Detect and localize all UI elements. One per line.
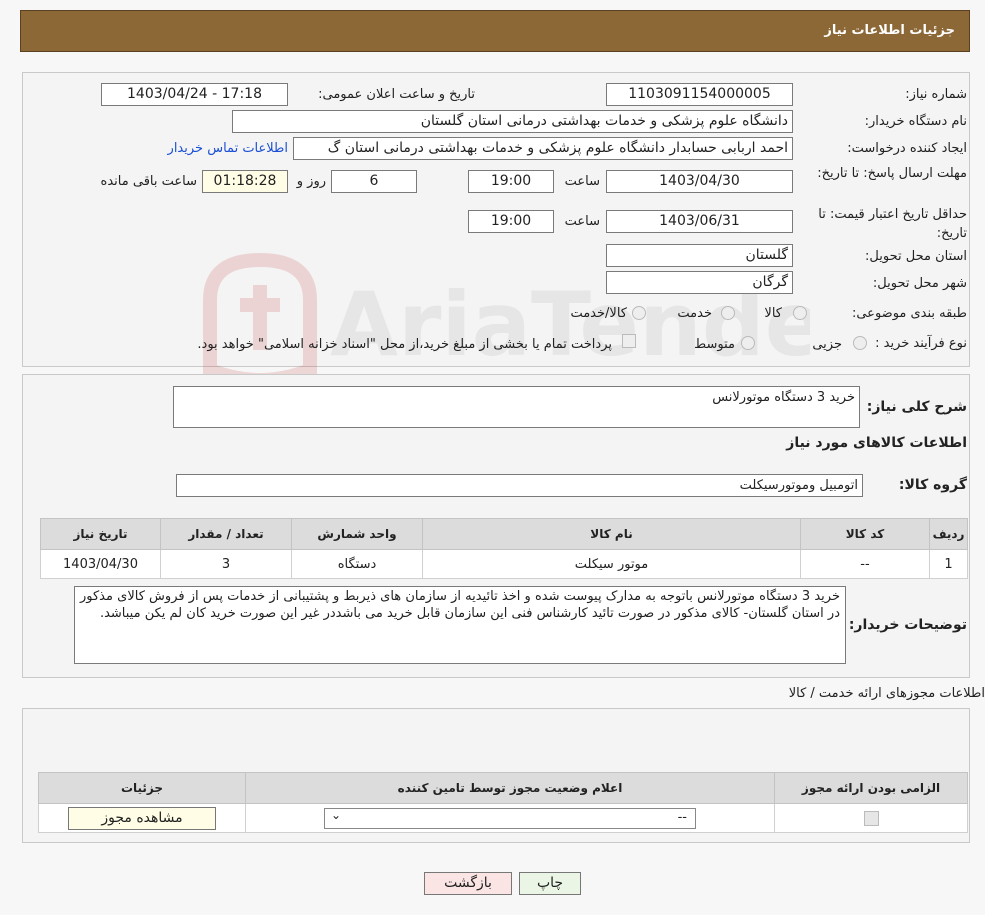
required-checkbox[interactable] xyxy=(863,810,879,826)
goods-group-field: اتومبیل وموتورسیکلت xyxy=(176,474,863,497)
table-row: -- ⌄ مشاهده مجوز xyxy=(38,803,968,833)
summary-textarea[interactable]: خرید 3 دستگاه موتورلانس xyxy=(173,386,860,428)
category-goods-radio[interactable] xyxy=(793,306,807,320)
need-number-label: شماره نیاز: xyxy=(905,87,967,102)
cell-name: موتور سیکلت xyxy=(422,549,801,579)
back-button[interactable]: بازگشت xyxy=(424,872,512,895)
table-row: 1 -- موتور سیکلت دستگاه 3 1403/04/30 xyxy=(40,549,968,579)
col-unit-header: واحد شمارش xyxy=(291,518,423,550)
remaining-label: ساعت باقی مانده xyxy=(100,174,197,189)
category-goods-label: کالا xyxy=(764,306,782,321)
payment-checkbox[interactable] xyxy=(622,334,636,348)
permits-table-header: الزامی بودن ارائه مجوز اعلام وضعیت مجوز … xyxy=(38,772,968,804)
view-permit-button[interactable]: مشاهده مجوز xyxy=(68,806,216,830)
cell-status: -- ⌄ xyxy=(245,803,775,833)
buyer-org-label: نام دستگاه خریدار: xyxy=(864,114,967,129)
cell-qty: 3 xyxy=(160,549,292,579)
requester-label: ایجاد کننده درخواست: xyxy=(847,141,967,156)
col-date-header: تاریخ نیاز xyxy=(40,518,161,550)
city-field: گرگان xyxy=(606,271,793,294)
buyer-notes-text: خرید 3 دستگاه موتورلانس باتوجه به مدارک … xyxy=(80,589,840,621)
deadline-time-field: 19:00 xyxy=(468,170,554,193)
process-minor-radio[interactable] xyxy=(853,336,867,350)
deadline-date-field: 1403/04/30 xyxy=(606,170,793,193)
province-label: استان محل تحویل: xyxy=(865,249,967,264)
col-details-header: جزئیات xyxy=(38,772,246,804)
category-goods-service-label: کالا/خدمت xyxy=(570,306,627,321)
cell-code: -- xyxy=(800,549,930,579)
city-label: شهر محل تحویل: xyxy=(872,276,967,291)
col-required-header: الزامی بودن ارائه مجوز xyxy=(774,772,968,804)
col-code-header: کد کالا xyxy=(800,518,930,550)
days-field: 6 xyxy=(331,170,417,193)
remaining-time-field: 01:18:28 xyxy=(202,170,288,193)
buyer-notes-label: توضیحات خریدار: xyxy=(848,617,967,633)
buyer-org-field: دانشگاه علوم پزشکی و خدمات بهداشتی درمان… xyxy=(232,110,793,133)
category-goods-service-radio[interactable] xyxy=(632,306,646,320)
col-qty-header: تعداد / مقدار xyxy=(160,518,292,550)
validity-date-field: 1403/06/31 xyxy=(606,210,793,233)
col-row-header: ردیف xyxy=(929,518,968,550)
process-label: نوع فرآیند خرید : xyxy=(875,336,967,351)
process-medium-radio[interactable] xyxy=(741,336,755,350)
cell-details: مشاهده مجوز xyxy=(38,803,246,833)
buyer-contact-link[interactable]: اطلاعات تماس خریدار xyxy=(168,141,288,156)
goods-table-header: ردیف کد کالا نام کالا واحد شمارش تعداد /… xyxy=(40,518,968,550)
deadline-time-label: ساعت xyxy=(564,174,600,189)
process-medium-label: متوسط xyxy=(694,337,735,352)
col-status-header: اعلام وضعیت مجوز توسط تامین کننده xyxy=(245,772,775,804)
goods-title: اطلاعات کالاهای مورد نیاز xyxy=(786,435,967,451)
need-number-field: 1103091154000005 xyxy=(606,83,793,106)
deadline-label: مهلت ارسال پاسخ: تا تاریخ: xyxy=(817,166,967,181)
cell-unit: دستگاه xyxy=(291,549,423,579)
goods-table: ردیف کد کالا نام کالا واحد شمارش تعداد /… xyxy=(40,518,968,579)
payment-note: پرداخت تمام یا بخشی از مبلغ خرید،از محل … xyxy=(197,337,612,352)
chevron-down-icon: ⌄ xyxy=(331,807,342,822)
announce-datetime-field: 1403/04/24 - 17:18 xyxy=(101,83,288,106)
category-service-label: خدمت xyxy=(677,306,712,321)
buyer-notes-textarea[interactable]: خرید 3 دستگاه موتورلانس باتوجه به مدارک … xyxy=(74,586,846,664)
page-title: جزئیات اطلاعات نیاز xyxy=(824,23,955,38)
cell-row: 1 xyxy=(929,549,968,579)
permits-table: الزامی بودن ارائه مجوز اعلام وضعیت مجوز … xyxy=(38,772,968,833)
permit-status-value: -- xyxy=(677,809,687,825)
days-label: روز و xyxy=(296,174,326,189)
validity-label: حداقل تاریخ اعتبار قیمت: تا تاریخ: xyxy=(818,207,967,241)
validity-time-label: ساعت xyxy=(564,214,600,229)
print-button[interactable]: چاپ xyxy=(519,872,581,895)
requester-field: احمد اربابی حسابدار دانشگاه علوم پزشکی و… xyxy=(293,137,793,160)
goods-group-label: گروه کالا: xyxy=(898,477,967,493)
page-header: جزئیات اطلاعات نیاز xyxy=(20,10,970,52)
col-name-header: نام کالا xyxy=(422,518,801,550)
permits-title: اطلاعات مجوزهای ارائه خدمت / کالا xyxy=(788,686,985,701)
category-service-radio[interactable] xyxy=(721,306,735,320)
permit-status-select[interactable]: -- ⌄ xyxy=(324,807,696,829)
announce-label: تاریخ و ساعت اعلان عمومی: xyxy=(318,87,475,102)
cell-required xyxy=(774,803,968,833)
category-label: طبقه بندی موضوعی: xyxy=(851,306,967,321)
summary-text: خرید 3 دستگاه موتورلانس xyxy=(712,390,855,405)
province-field: گلستان xyxy=(606,244,793,267)
process-minor-label: جزیی xyxy=(812,337,842,352)
cell-date: 1403/04/30 xyxy=(40,549,161,579)
summary-label: شرح کلی نیاز: xyxy=(866,399,967,415)
validity-time-field: 19:00 xyxy=(468,210,554,233)
